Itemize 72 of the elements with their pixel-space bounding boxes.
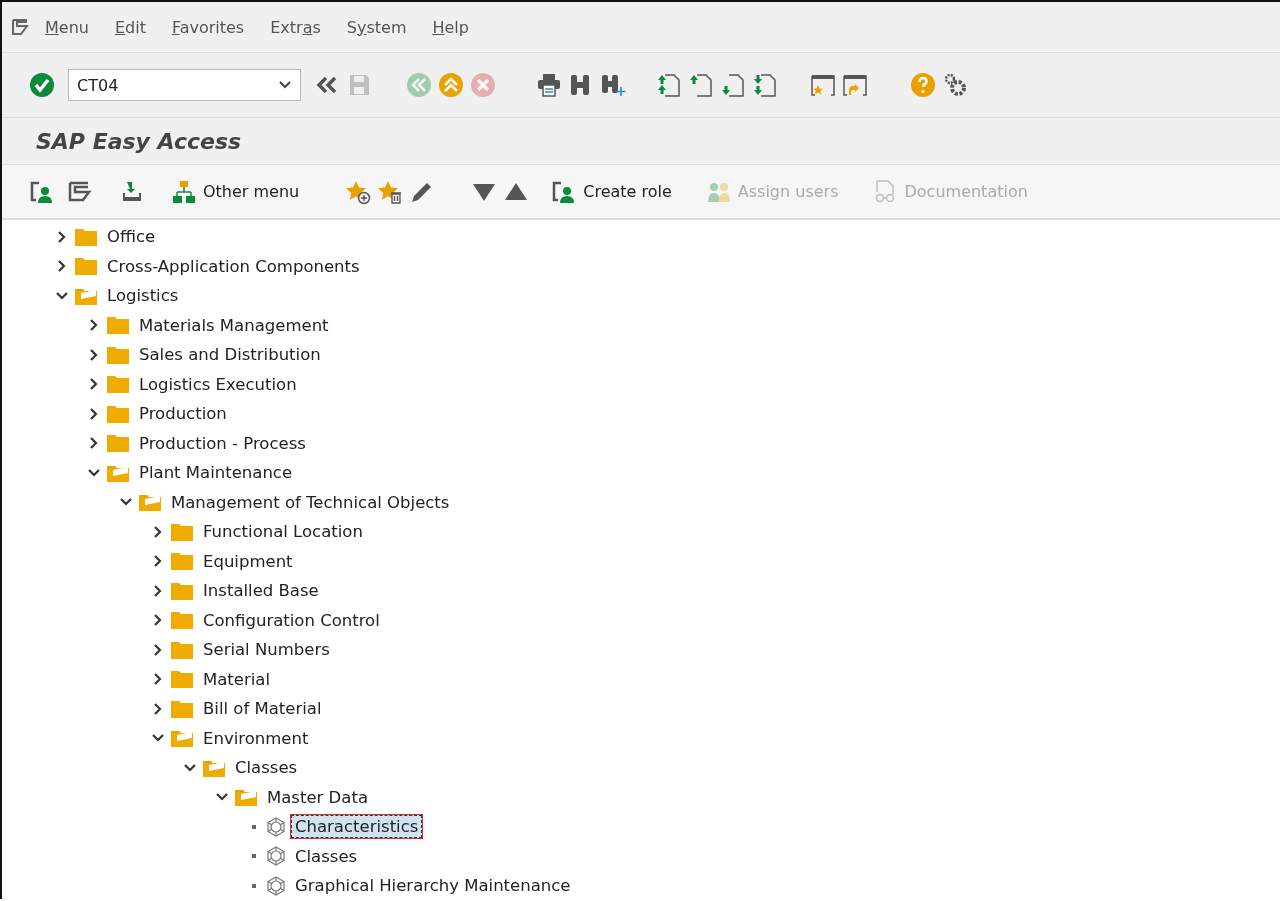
create-role-button[interactable]: Create role	[548, 178, 675, 205]
other-menu-button[interactable]: Other menu	[168, 178, 303, 205]
back-icon	[406, 72, 432, 98]
folder-icon	[106, 344, 130, 365]
tree-node[interactable]: Plant Maintenance	[135, 461, 297, 485]
tree-node[interactable]: Equipment	[199, 549, 297, 573]
tree-node[interactable]: Serial Numbers	[199, 638, 334, 662]
tree-node[interactable]: Environment	[199, 726, 313, 750]
page-double-up-icon	[656, 72, 682, 98]
folder-icon	[170, 610, 194, 631]
tree-node[interactable]: Management of Technical Objects	[167, 490, 454, 514]
tree-node[interactable]: Classes	[231, 756, 302, 780]
help-icon	[910, 72, 936, 98]
bullet-icon	[252, 824, 256, 829]
tree-node[interactable]: Sales and Distribution	[135, 343, 325, 367]
window-arrow-icon	[842, 72, 868, 98]
tree-node[interactable]: Characteristics	[291, 815, 423, 839]
bullet-icon	[252, 883, 256, 888]
tree-node[interactable]: Configuration Control	[199, 608, 384, 632]
menu-item[interactable]: Extras	[257, 17, 334, 37]
cube-icon	[266, 846, 286, 867]
menu-item[interactable]: Menu	[32, 17, 102, 37]
folder-icon	[170, 521, 194, 542]
tree-node[interactable]: Material	[199, 667, 275, 691]
hierarchy-icon	[171, 178, 197, 205]
tree-node[interactable]: Production	[135, 402, 231, 426]
gears-icon	[942, 72, 968, 98]
folder-icon	[106, 433, 130, 454]
cube-icon	[266, 816, 286, 837]
menu-icon[interactable]	[12, 18, 32, 36]
menu-item[interactable]: Edit	[101, 17, 159, 37]
screen-title: SAP Easy Access	[36, 128, 242, 154]
tree-node[interactable]: Classes	[291, 844, 362, 868]
tree-node[interactable]: Materials Management	[135, 313, 333, 337]
page-up-icon	[688, 72, 714, 98]
tree-node[interactable]: Master Data	[263, 785, 372, 809]
folder-icon	[106, 403, 130, 424]
caret-icon[interactable]	[279, 81, 291, 89]
tree-node[interactable]: Bill of Material	[199, 697, 326, 721]
tree-node[interactable]: Installed Base	[199, 579, 323, 603]
open-folder-icon	[138, 492, 162, 513]
menu-item[interactable]: System	[333, 17, 420, 37]
folder-icon	[170, 551, 194, 572]
tree-node[interactable]: Office	[103, 225, 160, 249]
tree-node[interactable]: Logistics Execution	[135, 372, 301, 396]
cube-icon	[266, 875, 286, 896]
page-down-icon	[720, 72, 746, 98]
folder-icon	[74, 226, 98, 247]
menu-item[interactable]: Favorites	[158, 17, 258, 37]
tree-node[interactable]: Graphical Hierarchy Maintenance	[291, 874, 575, 898]
folder-icon	[106, 315, 130, 336]
bullet-icon	[252, 854, 256, 859]
page-double-down-icon	[752, 72, 778, 98]
folder-icon	[170, 639, 194, 660]
folder-icon	[170, 669, 194, 690]
tree-node[interactable]: Logistics	[103, 284, 183, 308]
tree-node[interactable]: Production - Process	[135, 431, 310, 455]
window-star-icon	[810, 72, 836, 98]
open-folder-icon	[170, 728, 194, 749]
checkmark-icon	[29, 72, 55, 98]
tree-node[interactable]: Cross-Application Components	[103, 254, 364, 278]
command-field[interactable]: CT04	[68, 69, 301, 101]
open-folder-icon	[234, 787, 258, 808]
folder-icon	[170, 698, 194, 719]
folder-icon	[106, 374, 130, 395]
menu-item[interactable]: Help	[419, 17, 482, 37]
folder-icon	[170, 580, 194, 601]
printer-icon	[536, 72, 562, 98]
exit-icon	[438, 72, 464, 98]
cancel-icon	[470, 72, 496, 98]
tree-node[interactable]: Functional Location	[199, 520, 367, 544]
folder-icon	[74, 256, 98, 277]
